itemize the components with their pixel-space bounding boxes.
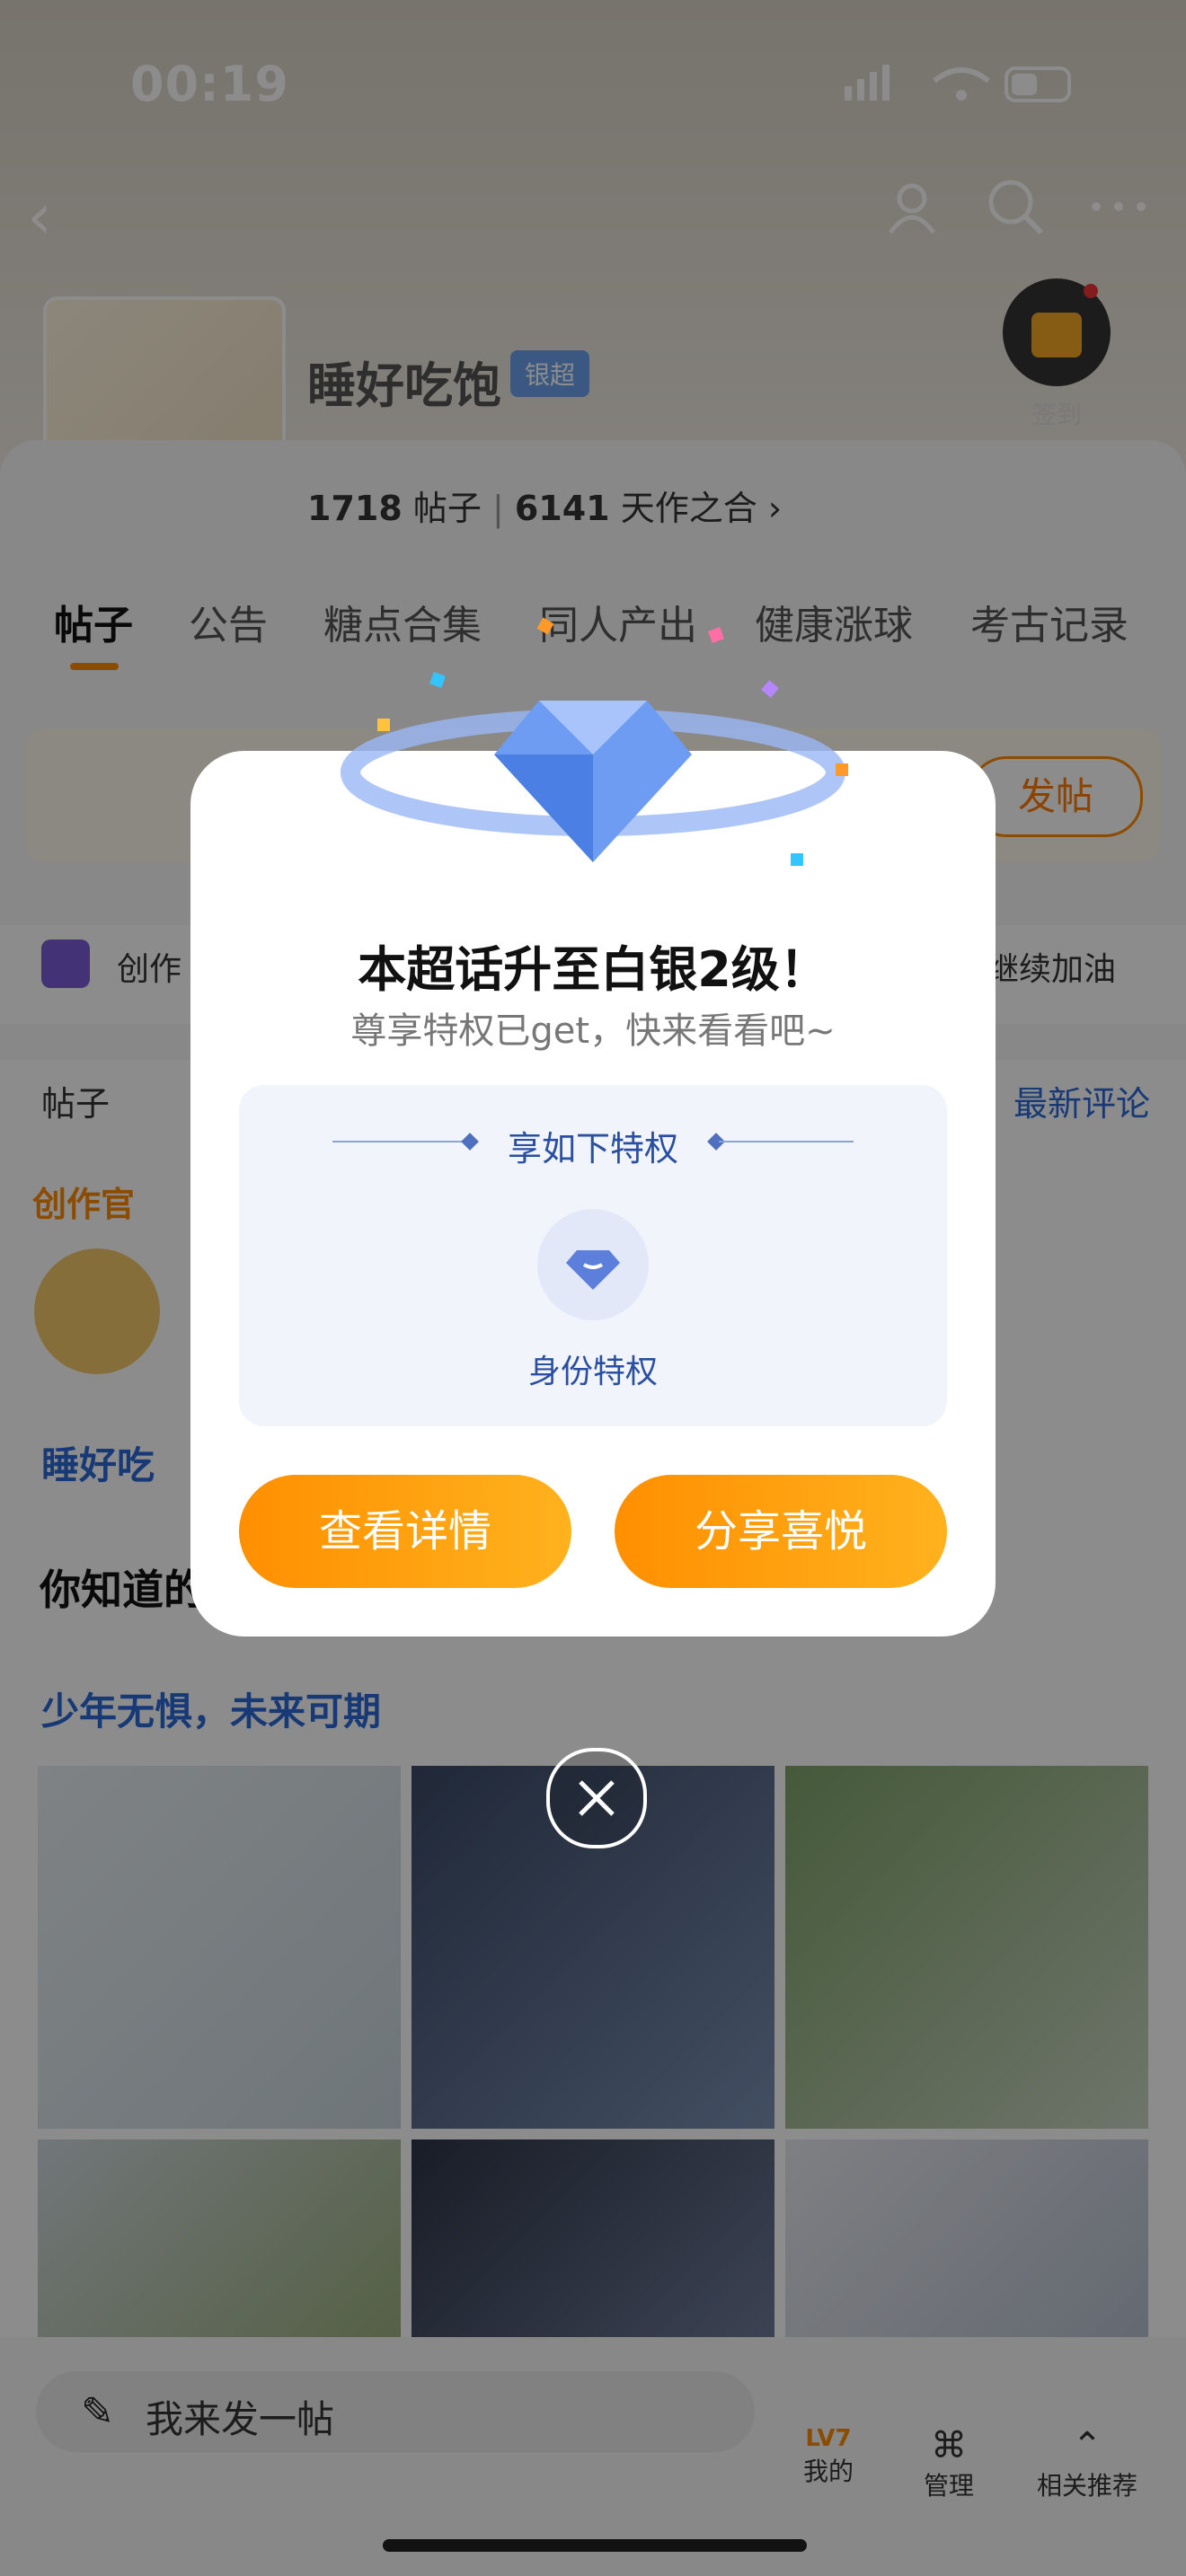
close-button[interactable] [546, 1748, 647, 1848]
privilege-label: 身份特权 [527, 1354, 658, 1390]
confetti-icon [359, 611, 863, 898]
identity-privilege-item[interactable] [537, 1209, 649, 1320]
privilege-heading: 享如下特权 [507, 1129, 678, 1169]
modal-subtitle: 尊享特权已get，快来看看吧~ [350, 1010, 836, 1052]
modal-title: 本超话升至白银2级！ [358, 941, 828, 998]
share-joy-button[interactable]: 分享喜悦 [615, 1475, 947, 1588]
view-details-button[interactable]: 查看详情 [239, 1475, 571, 1588]
close-icon [579, 1780, 615, 1816]
gem-icon [566, 1250, 620, 1290]
